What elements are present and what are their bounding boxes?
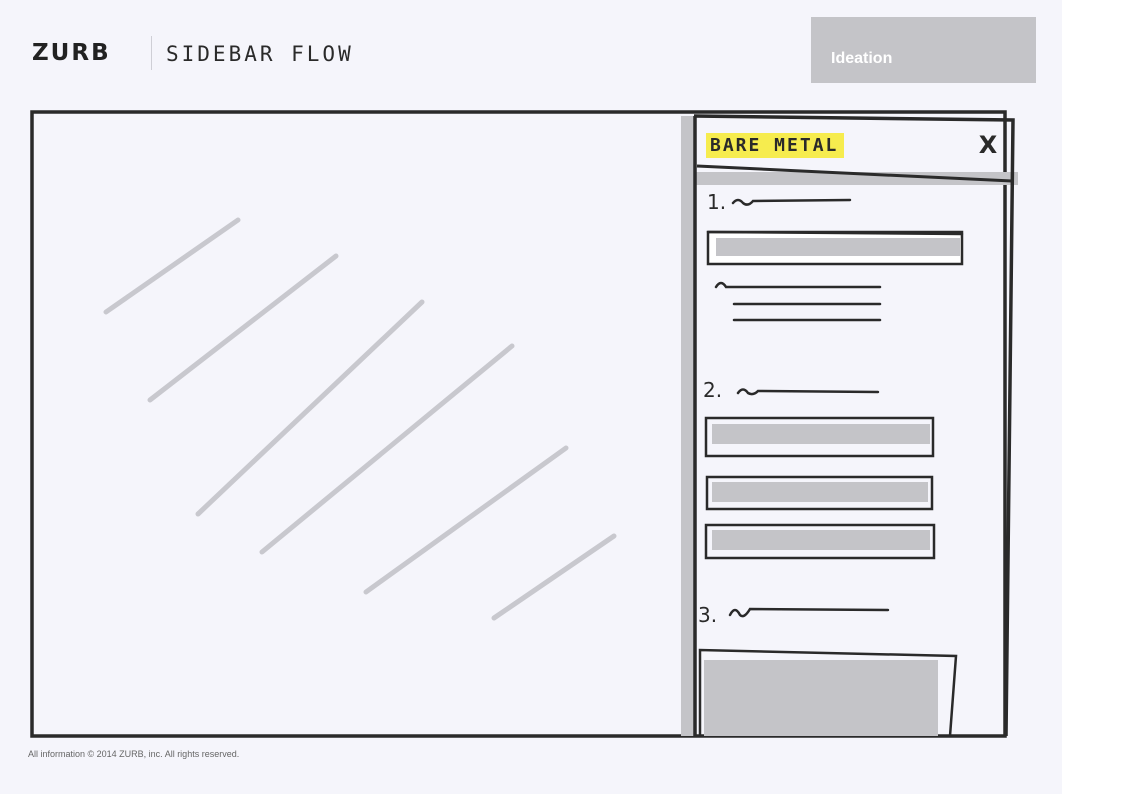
step-1-number: 1.: [707, 190, 727, 214]
sidebar-title: BARE METAL: [706, 133, 845, 158]
step-1-section: [706, 198, 964, 322]
step-3-section: [698, 607, 958, 738]
sketch-canvas: [30, 110, 1018, 738]
content-placeholder-hatch: [103, 217, 617, 621]
step-3-number: 3.: [698, 603, 718, 627]
step-2-section: [704, 388, 936, 560]
scan-edge: [1062, 0, 1123, 794]
close-icon[interactable]: X: [974, 130, 1002, 160]
sidebar-shadow: [681, 116, 695, 736]
copyright-footer: All information © 2014 ZURB, inc. All ri…: [28, 749, 240, 759]
step-2-number: 2.: [703, 378, 723, 402]
